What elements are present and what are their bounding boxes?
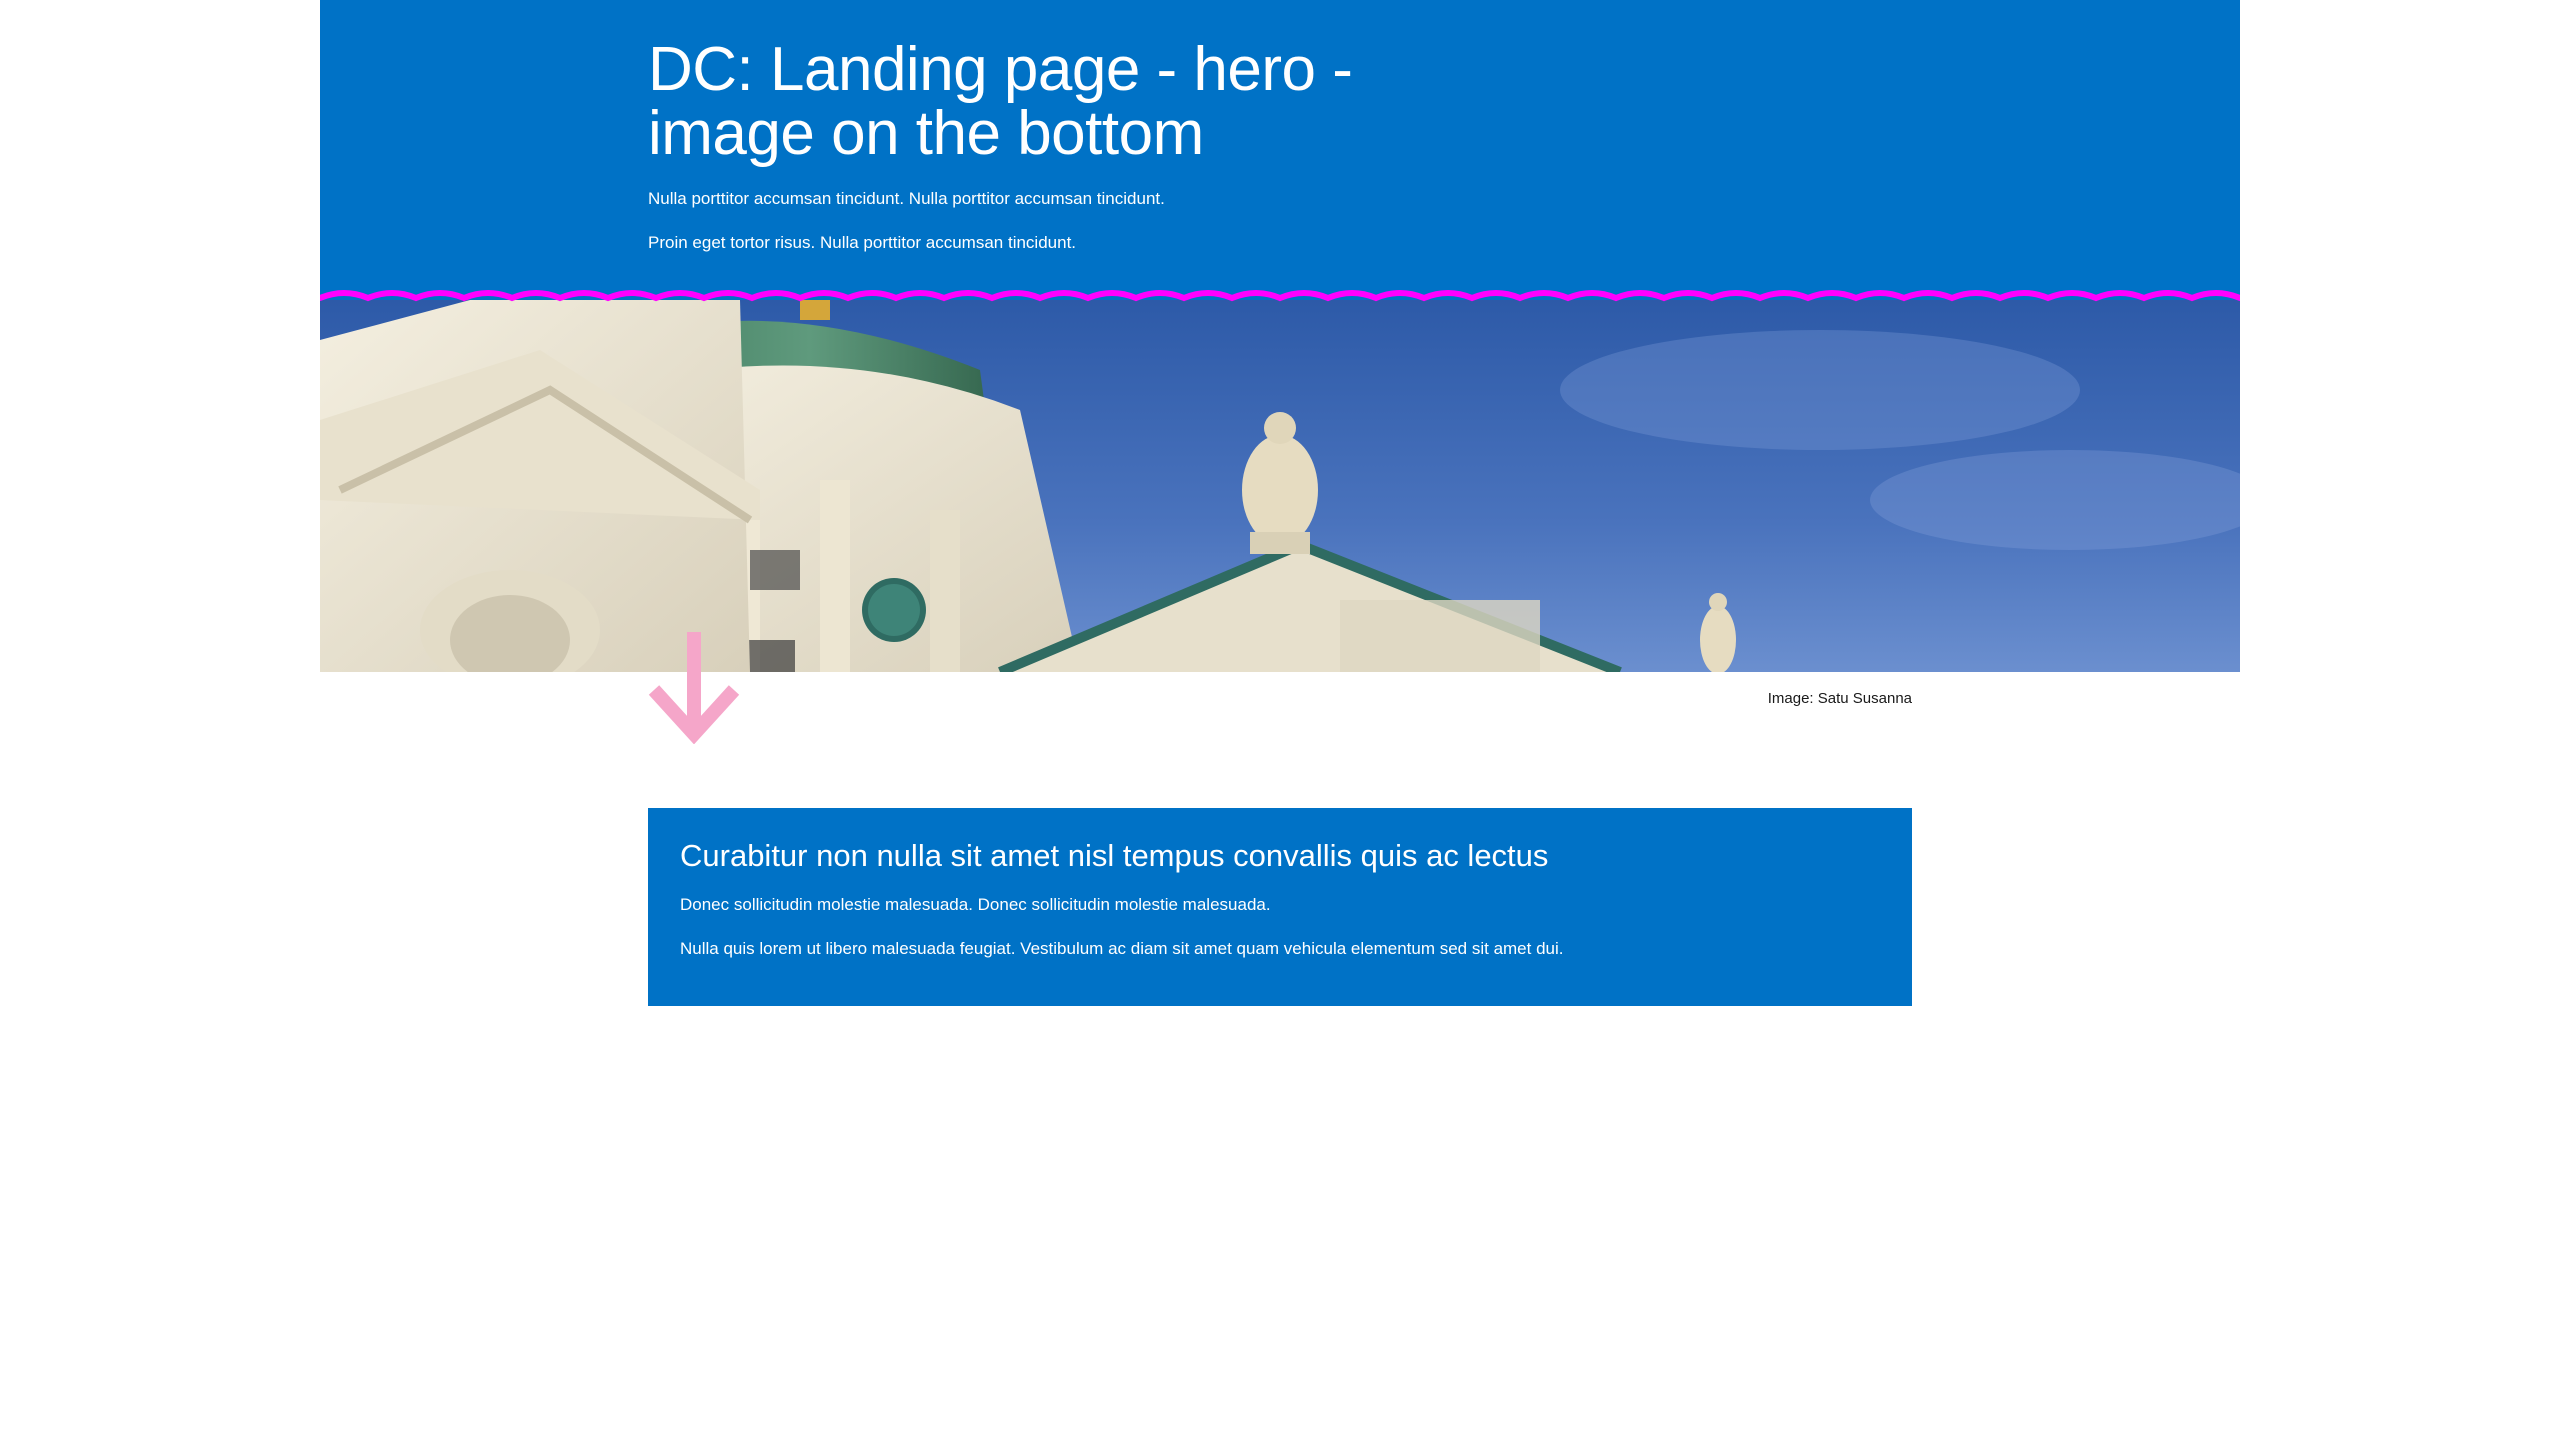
page: DC: Landing page - hero - image on the b… <box>0 0 2560 1440</box>
page-title: DC: Landing page - hero - image on the b… <box>648 35 1353 168</box>
hero-paragraph-1: Nulla porttitor accumsan tincidunt. Null… <box>648 189 1165 208</box>
wave-divider <box>320 290 2240 302</box>
content-box-paragraph-2: Nulla quis lorem ut libero malesuada feu… <box>680 939 1564 958</box>
image-caption: Image: Satu Susanna <box>1767 690 1912 707</box>
content-box-paragraph-1: Donec sollicitudin molestie malesuada. D… <box>680 895 1271 914</box>
hero-paragraph-2: Proin eget tortor risus. Nulla porttitor… <box>648 233 1077 252</box>
content-box: Curabitur non nulla sit amet nisl tempus… <box>648 808 1912 1006</box>
hero-header-band: DC: Landing page - hero - image on the b… <box>320 0 2240 300</box>
hero-content: DC: Landing page - hero - image on the b… <box>648 38 1468 254</box>
content-box-title: Curabitur non nulla sit amet nisl tempus… <box>680 838 1549 873</box>
arrow-down-icon <box>648 632 740 744</box>
hero-section: DC: Landing page - hero - image on the b… <box>320 0 2240 672</box>
hero-image <box>320 300 2240 672</box>
